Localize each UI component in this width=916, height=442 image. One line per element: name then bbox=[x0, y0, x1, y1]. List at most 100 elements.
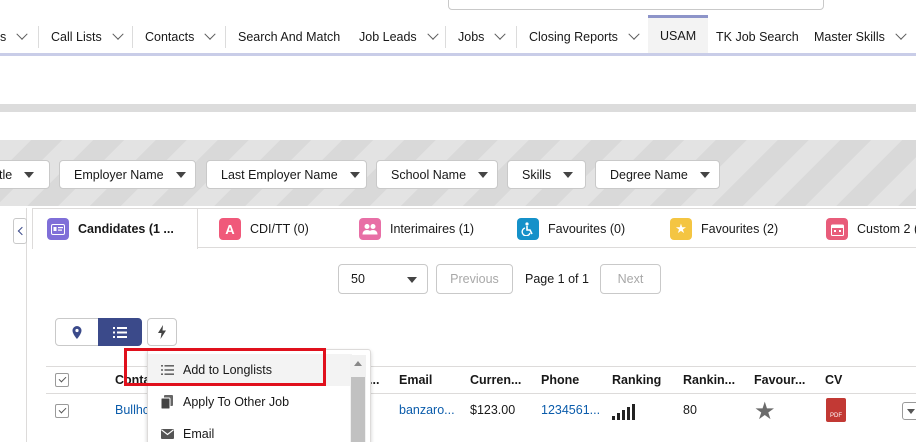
nav-item-master-skills[interactable]: Master Skills bbox=[814, 18, 907, 56]
lightning-bolt-icon bbox=[158, 325, 166, 339]
map-view-button[interactable] bbox=[55, 318, 99, 346]
filter-label: Degree Name bbox=[610, 167, 688, 182]
tab-cdi-tt[interactable]: A CDI/TT (0) bbox=[219, 209, 309, 249]
nav-label: Search And Match bbox=[238, 30, 341, 44]
column-header-email[interactable]: Email bbox=[399, 373, 432, 387]
nav-item-contacts[interactable]: Contacts bbox=[145, 18, 217, 56]
nav-divider bbox=[516, 26, 517, 48]
favourite-star-icon[interactable]: ★ bbox=[754, 397, 776, 426]
filter-label: tle bbox=[0, 167, 13, 182]
filter-label: Last Employer Name bbox=[221, 167, 338, 182]
chevron-down-icon[interactable] bbox=[204, 28, 217, 40]
accessibility-icon bbox=[517, 218, 539, 240]
tab-interimaires[interactable]: Interimaires (1) bbox=[359, 209, 474, 249]
filter-label: School Name bbox=[391, 167, 467, 182]
scrollbar-thumb[interactable] bbox=[351, 377, 365, 442]
tab-custom-2[interactable]: Custom 2 (0 bbox=[826, 209, 916, 249]
nav-item-call-lists[interactable]: Call Lists bbox=[51, 18, 124, 56]
scroll-up-arrow-icon[interactable] bbox=[354, 361, 362, 366]
phone-link[interactable]: 1234561... bbox=[541, 403, 600, 417]
menu-scrollbar[interactable] bbox=[350, 355, 366, 442]
filter-employer-name[interactable]: Employer Name bbox=[59, 160, 196, 189]
nav-label: Job Leads bbox=[359, 30, 417, 44]
column-header-favourite[interactable]: Favour... bbox=[754, 373, 805, 387]
menu-item-label: Apply To Other Job bbox=[183, 395, 290, 409]
nav-label: Jobs bbox=[458, 30, 485, 44]
next-button[interactable]: Next bbox=[600, 264, 661, 294]
copy-icon bbox=[160, 395, 174, 409]
email-icon bbox=[160, 427, 174, 441]
select-all-checkbox[interactable] bbox=[55, 373, 69, 387]
filter-label: Employer Name bbox=[74, 167, 164, 182]
ranking-score: 80 bbox=[683, 403, 697, 417]
column-header-current[interactable]: Curren... bbox=[470, 373, 521, 387]
column-header-phone[interactable]: Phone bbox=[541, 373, 579, 387]
location-pin-icon bbox=[72, 325, 82, 339]
tab-label: Favourites (2) bbox=[701, 222, 779, 236]
page-indicator: Page 1 of 1 bbox=[525, 272, 589, 286]
list-view-button[interactable] bbox=[98, 318, 142, 346]
tab-label: Custom 2 (0 bbox=[857, 222, 916, 236]
actions-button[interactable] bbox=[147, 318, 177, 346]
menu-item-apply-to-other-job[interactable]: Apply To Other Job bbox=[148, 386, 352, 418]
filter-last-employer-name[interactable]: Last Employer Name bbox=[206, 160, 367, 189]
signal-bars-icon bbox=[612, 402, 638, 423]
caret-down-icon bbox=[407, 277, 417, 283]
nav-item-job-leads[interactable]: Job Leads bbox=[359, 18, 439, 56]
chevron-down-icon[interactable] bbox=[895, 28, 907, 40]
contact-link[interactable]: Bullhc bbox=[115, 403, 149, 417]
list-tabs: Candidates (1 ... A CDI/TT (0) Interimai… bbox=[32, 208, 916, 249]
tab-label: CDI/TT (0) bbox=[250, 222, 309, 236]
separator-band bbox=[0, 104, 916, 112]
calendar-icon bbox=[826, 218, 848, 240]
chevron-down-icon[interactable] bbox=[112, 28, 124, 40]
checkmark-icon bbox=[58, 374, 66, 383]
column-header-cv[interactable]: CV bbox=[825, 373, 842, 387]
nav-item-usam[interactable]: USAM bbox=[648, 15, 709, 53]
menu-item-email[interactable]: Email bbox=[148, 418, 352, 442]
nav-label: Call Lists bbox=[51, 30, 102, 44]
tab-candidates[interactable]: Candidates (1 ... bbox=[32, 209, 198, 249]
chevron-left-icon bbox=[17, 226, 26, 236]
pdf-file-icon[interactable]: PDF bbox=[826, 398, 846, 422]
nav-item-closing-reports[interactable]: Closing Reports bbox=[529, 18, 640, 56]
nav-label: Closing Reports bbox=[529, 30, 618, 44]
chevron-down-icon[interactable] bbox=[427, 28, 439, 40]
chevron-down-icon[interactable] bbox=[628, 28, 640, 40]
list-icon bbox=[113, 326, 127, 338]
nav-item-search-and-match[interactable]: Search And Match bbox=[238, 18, 340, 56]
tab-favourites-2[interactable]: ★ Favourites (2) bbox=[670, 209, 778, 249]
menu-item-label: Email bbox=[183, 427, 215, 441]
previous-label: Previous bbox=[450, 272, 499, 286]
caret-down-icon bbox=[24, 171, 35, 178]
top-nav: s Call Lists Contacts Search And Match J… bbox=[0, 15, 916, 56]
page-size-value: 50 bbox=[351, 272, 365, 286]
next-label: Next bbox=[617, 272, 644, 286]
caret-down-icon bbox=[349, 171, 360, 178]
nav-item-truncated[interactable]: s bbox=[0, 18, 28, 56]
chevron-down-icon[interactable] bbox=[494, 28, 507, 40]
collapse-panel-button[interactable] bbox=[13, 218, 27, 244]
nav-divider bbox=[445, 26, 446, 48]
letter-a-icon: A bbox=[219, 218, 241, 240]
filter-school-name[interactable]: School Name bbox=[376, 160, 498, 189]
email-link[interactable]: banzaro... bbox=[399, 403, 455, 417]
caret-down-icon bbox=[478, 171, 489, 178]
tab-favourites-0[interactable]: Favourites (0) bbox=[517, 209, 625, 249]
nav-item-tk-job-search[interactable]: TK Job Search bbox=[716, 18, 799, 56]
nav-label: USAM bbox=[660, 28, 697, 43]
global-search-input[interactable] bbox=[448, 0, 824, 10]
chevron-down-icon[interactable] bbox=[16, 28, 28, 40]
nav-divider bbox=[38, 26, 39, 48]
previous-button[interactable]: Previous bbox=[436, 264, 513, 294]
current-salary: $123.00 bbox=[470, 403, 516, 417]
filter-skills[interactable]: Skills bbox=[507, 160, 586, 189]
row-actions-dropdown[interactable] bbox=[902, 402, 916, 420]
filter-title[interactable]: tle bbox=[0, 160, 50, 189]
page-size-select[interactable]: 50 bbox=[338, 264, 428, 294]
column-header-ranking-2[interactable]: Rankin... bbox=[683, 373, 735, 387]
row-checkbox[interactable] bbox=[55, 404, 69, 418]
filter-degree-name[interactable]: Degree Name bbox=[595, 160, 720, 189]
nav-item-jobs[interactable]: Jobs bbox=[458, 18, 507, 56]
column-header-ranking[interactable]: Ranking bbox=[612, 373, 661, 387]
